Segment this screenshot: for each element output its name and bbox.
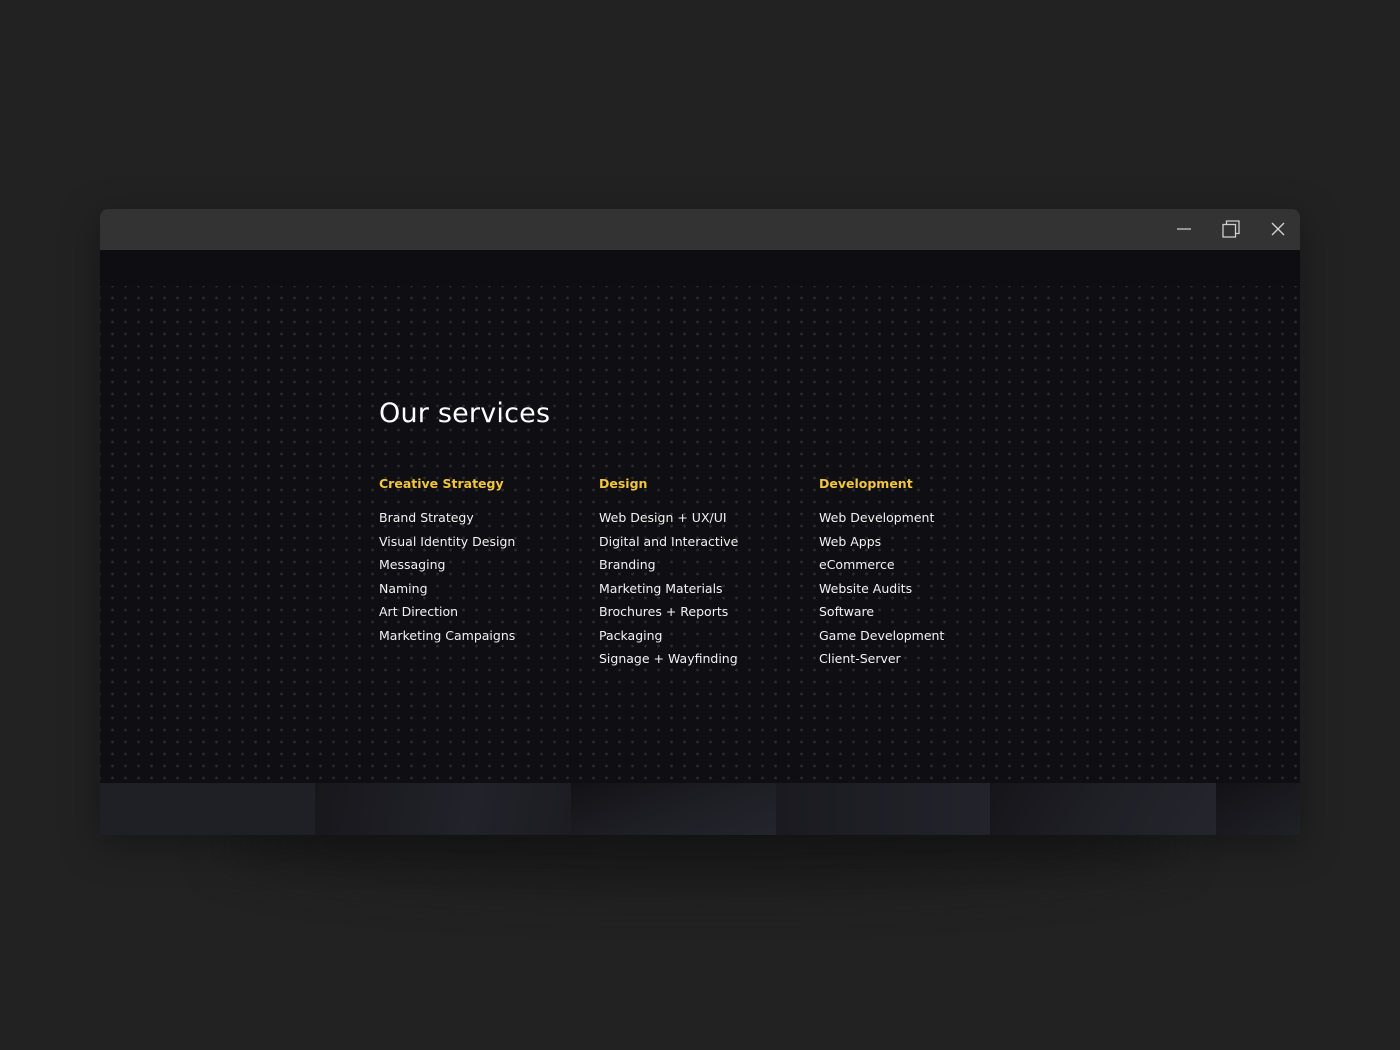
service-link[interactable]: Software bbox=[819, 600, 1019, 624]
service-link[interactable]: eCommerce bbox=[819, 553, 1019, 577]
footer-band bbox=[100, 783, 1300, 835]
column-heading: Development bbox=[819, 476, 913, 491]
service-link[interactable]: Web Apps bbox=[819, 530, 1019, 554]
restore-icon bbox=[1222, 220, 1240, 238]
service-link[interactable]: Signage + Wayfinding bbox=[599, 647, 799, 671]
column-heading: Creative Strategy bbox=[379, 476, 504, 491]
service-link[interactable]: Game Development bbox=[819, 624, 1019, 648]
service-list: Web Design + UX/UI Digital and Interacti… bbox=[599, 506, 799, 671]
column-heading: Design bbox=[599, 476, 648, 491]
footer-panel bbox=[990, 783, 1216, 835]
service-link[interactable]: Art Direction bbox=[379, 600, 579, 624]
services-section: Our services Creative Strategy Brand Str… bbox=[100, 250, 1300, 783]
footer-panel bbox=[776, 783, 990, 835]
service-list: Brand Strategy Visual Identity Design Me… bbox=[379, 506, 579, 647]
service-link[interactable]: Branding bbox=[599, 553, 799, 577]
service-link[interactable]: Messaging bbox=[379, 553, 579, 577]
minimize-button[interactable] bbox=[1168, 215, 1200, 243]
column-creative-strategy: Creative Strategy Brand Strategy Visual … bbox=[379, 474, 579, 647]
restore-button[interactable] bbox=[1215, 215, 1247, 243]
service-link[interactable]: Marketing Campaigns bbox=[379, 624, 579, 648]
service-link[interactable]: Website Audits bbox=[819, 577, 1019, 601]
service-link[interactable]: Digital and Interactive bbox=[599, 530, 799, 554]
app-window: Our services Creative Strategy Brand Str… bbox=[100, 209, 1300, 835]
column-development: Development Web Development Web Apps eCo… bbox=[819, 474, 1019, 671]
footer-panel bbox=[315, 783, 571, 835]
service-link[interactable]: Naming bbox=[379, 577, 579, 601]
footer-panel bbox=[571, 783, 776, 835]
close-button[interactable] bbox=[1262, 215, 1294, 243]
service-list: Web Development Web Apps eCommerce Websi… bbox=[819, 506, 1019, 671]
title-bar[interactable] bbox=[100, 209, 1300, 250]
service-link[interactable]: Visual Identity Design bbox=[379, 530, 579, 554]
service-link[interactable]: Marketing Materials bbox=[599, 577, 799, 601]
service-link[interactable]: Brand Strategy bbox=[379, 506, 579, 530]
service-link[interactable]: Packaging bbox=[599, 624, 799, 648]
service-link[interactable]: Web Design + UX/UI bbox=[599, 506, 799, 530]
close-icon bbox=[1271, 222, 1285, 236]
service-link[interactable]: Web Development bbox=[819, 506, 1019, 530]
footer-panel bbox=[100, 783, 315, 835]
service-link[interactable]: Client-Server bbox=[819, 647, 1019, 671]
footer-panel bbox=[1216, 783, 1300, 835]
section-title: Our services bbox=[379, 398, 551, 429]
column-design: Design Web Design + UX/UI Digital and In… bbox=[599, 474, 799, 671]
minimize-icon bbox=[1177, 228, 1191, 230]
service-link[interactable]: Brochures + Reports bbox=[599, 600, 799, 624]
